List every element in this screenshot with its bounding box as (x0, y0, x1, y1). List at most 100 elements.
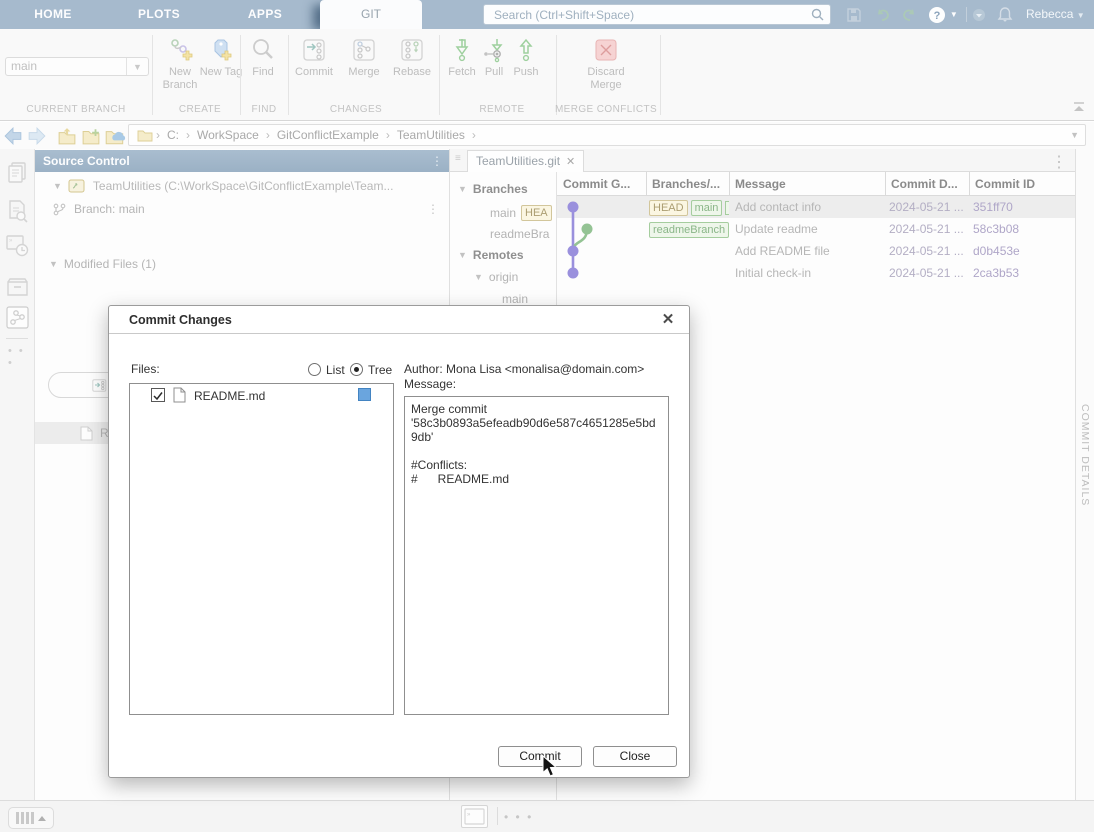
branch-menu-icon[interactable]: ⋮ (427, 202, 439, 216)
tab-apps[interactable]: APPS (230, 0, 300, 29)
crumb-chevron: › (472, 128, 476, 142)
branch-badge: readmeBranch (649, 222, 729, 238)
up-folder-icon[interactable] (56, 127, 78, 145)
branch-row[interactable]: Branch: main ⋮ (35, 198, 449, 220)
crumb-teamutilities[interactable]: TeamUtilities (397, 128, 465, 142)
head-badge: HEAD (649, 200, 688, 216)
cloud-folder-icon[interactable] (104, 127, 126, 145)
push-button[interactable]: Push (506, 37, 546, 79)
collapse-ribbon-icon[interactable] (1072, 101, 1086, 113)
quick-access-icon[interactable] (972, 8, 986, 22)
crumb-workspace[interactable]: WorkSpace (197, 128, 259, 142)
commit-details-strip[interactable]: COMMIT DETAILS (1075, 149, 1094, 800)
tree-radio[interactable] (350, 363, 363, 376)
save-icon[interactable] (845, 6, 863, 24)
source-control-panel-icon[interactable] (5, 305, 30, 330)
help-icon[interactable]: ? (928, 6, 946, 24)
tree-branches-node[interactable]: ▼Branches (458, 182, 528, 196)
col-message[interactable]: Message (729, 172, 885, 196)
command-history-panel-icon[interactable]: » (5, 233, 30, 258)
commit-message: Update readme (735, 218, 885, 240)
tab-plots[interactable]: PLOTS (124, 0, 194, 29)
branch-main-label: main (490, 206, 516, 220)
message-label: Message: (404, 377, 456, 391)
rebase-ribbon-button[interactable]: Rebase (383, 37, 441, 79)
commit-button-icon (92, 379, 107, 392)
redo-icon[interactable] (900, 6, 918, 24)
section-create: CREATE (179, 104, 221, 115)
dialog-file-name[interactable]: README.md (194, 389, 265, 403)
undo-icon[interactable] (874, 6, 892, 24)
tree-radio-label[interactable]: Tree (368, 363, 392, 377)
commit-message: Initial check-in (735, 262, 885, 284)
col-commit-graph[interactable]: Commit G... (557, 172, 646, 196)
panel-menu-icon[interactable]: ⋮ (431, 150, 443, 172)
crumb-gitconflictexample[interactable]: GitConflictExample (277, 128, 379, 142)
collapse-caret-icon[interactable]: ▼ (53, 181, 62, 191)
list-radio[interactable] (308, 363, 321, 376)
dialog-title: Commit Changes (109, 306, 689, 334)
svg-text:»: » (467, 812, 471, 818)
notifications-bell-icon[interactable] (996, 6, 1014, 24)
new-folder-icon[interactable] (80, 127, 102, 145)
collapse-caret-icon[interactable]: ▼ (49, 259, 58, 269)
find-icon (250, 37, 276, 63)
file-checkbox[interactable] (151, 388, 165, 402)
find-button[interactable]: Find (234, 37, 292, 79)
panel-toggle-button[interactable] (8, 807, 54, 829)
head-badge: HEA (521, 205, 552, 221)
fetch-icon (449, 37, 475, 63)
list-radio-label[interactable]: List (326, 363, 345, 377)
panel-grip-icon[interactable]: ≡ (455, 153, 461, 164)
current-branch-combo[interactable]: main ▼ (5, 57, 149, 76)
expand-up-icon (38, 816, 46, 821)
git-document-tab[interactable]: TeamUtilities.git✕ (467, 150, 584, 172)
git-ribbon: main ▼ CURRENT BRANCH New Branch New Tag… (0, 29, 1094, 121)
breadcrumb[interactable]: › C: › WorkSpace › GitConflictExample › … (128, 124, 1086, 146)
user-menu[interactable]: Rebecca ▼ (1026, 0, 1085, 29)
panel-bars-icon (16, 812, 34, 824)
files-panel-icon[interactable] (5, 160, 30, 185)
sidebar-more-icon[interactable]: • • • (8, 345, 34, 369)
col-commit-date[interactable]: Commit D... (885, 172, 969, 196)
commit-message: Add README file (735, 240, 885, 262)
tree-branch-readme[interactable]: readmeBra (490, 227, 556, 241)
tree-remotes-node[interactable]: ▼Remotes (458, 248, 524, 262)
col-commit-id[interactable]: Commit ID (969, 172, 1075, 196)
crumb-chevron: › (186, 128, 190, 142)
crumb-drive[interactable]: C: (167, 128, 179, 142)
modified-files-group[interactable]: ▼ Modified Files (1) (35, 254, 449, 274)
current-branch-value: main (6, 58, 126, 75)
repo-icon (68, 179, 85, 193)
ribbon-divider (556, 35, 557, 115)
global-search[interactable] (483, 4, 831, 25)
command-window-button[interactable]: » (461, 805, 488, 828)
new-tag-icon (208, 37, 234, 63)
breadcrumb-dropdown-caret[interactable]: ▼ (1070, 130, 1079, 140)
dialog-close-icon[interactable]: ✕ (659, 311, 677, 329)
repo-path-label: TeamUtilities (C:\WorkSpace\GitConflictE… (93, 179, 394, 193)
tree-origin-main[interactable]: main (502, 292, 528, 306)
tree-branch-main[interactable]: main HEA (490, 205, 556, 221)
crumb-chevron: › (156, 128, 160, 142)
combo-dropdown-caret[interactable]: ▼ (126, 58, 148, 75)
help-dropdown-caret[interactable]: ▼ (947, 0, 961, 29)
discard-merge-button[interactable]: Discard Merge (574, 37, 638, 92)
file-search-panel-icon[interactable] (5, 199, 30, 224)
repo-row[interactable]: ▼ TeamUtilities (C:\WorkSpace\GitConflic… (35, 175, 449, 197)
close-tab-icon[interactable]: ✕ (566, 156, 575, 168)
dialog-file-list[interactable]: README.md (129, 383, 394, 715)
dialog-commit-button[interactable]: Commit (498, 746, 582, 767)
forward-icon[interactable] (26, 127, 48, 145)
back-icon[interactable] (2, 127, 24, 145)
workspace-panel-icon[interactable] (5, 275, 30, 300)
statusbar-more-icon[interactable]: • • • (504, 810, 533, 824)
tab-git-active[interactable]: GIT (320, 0, 422, 29)
tree-origin-node[interactable]: ▼origin (474, 270, 518, 284)
search-input[interactable] (492, 7, 811, 23)
col-branches[interactable]: Branches/... (646, 172, 729, 196)
tab-home[interactable]: HOME (18, 0, 88, 29)
dialog-close-button[interactable]: Close (593, 746, 677, 767)
commit-message-textarea[interactable]: Merge commit '58c3b0893a5efeadb90d6e587c… (404, 396, 669, 715)
git-panel-menu-icon[interactable]: ⋮ (1051, 152, 1067, 172)
